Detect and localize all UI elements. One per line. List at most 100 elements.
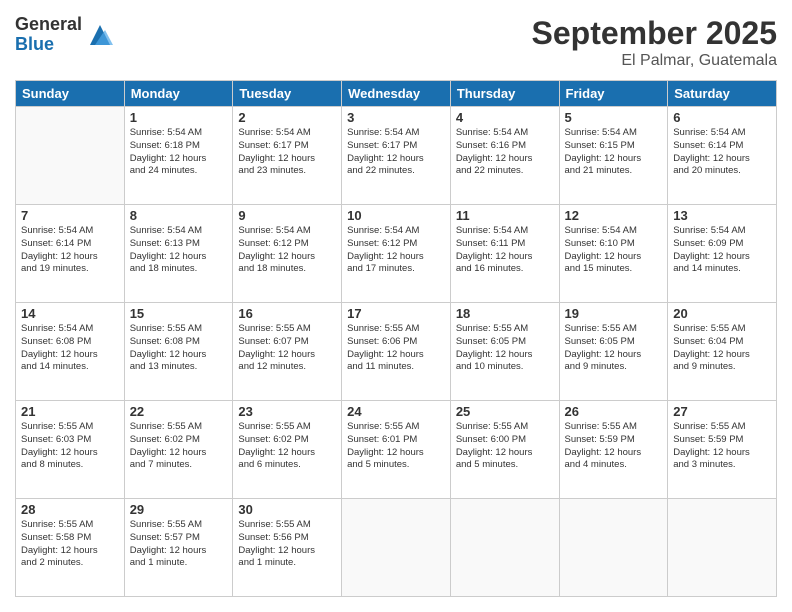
day-number: 7 [21, 208, 119, 223]
day-info: Sunrise: 5:54 AM Sunset: 6:16 PM Dayligh… [456, 127, 554, 178]
day-info: Sunrise: 5:55 AM Sunset: 6:03 PM Dayligh… [21, 421, 119, 472]
day-info: Sunrise: 5:54 AM Sunset: 6:12 PM Dayligh… [347, 225, 445, 276]
day-info: Sunrise: 5:55 AM Sunset: 6:05 PM Dayligh… [565, 323, 663, 374]
header: General Blue September 2025 El Palmar, G… [15, 15, 777, 70]
calendar-week-row: 1 Sunrise: 5:54 AM Sunset: 6:18 PM Daylig… [16, 107, 777, 205]
header-wednesday: Wednesday [342, 81, 451, 107]
day-info: Sunrise: 5:55 AM Sunset: 6:08 PM Dayligh… [130, 323, 228, 374]
table-row: 29 Sunrise: 5:55 AM Sunset: 5:57 PM Dayli… [124, 499, 233, 597]
header-monday: Monday [124, 81, 233, 107]
table-row: 27Sunrise: 5:55 AM Sunset: 5:59 PM Dayli… [668, 401, 777, 499]
weekday-header-row: Sunday Monday Tuesday Wednesday Thursday… [16, 81, 777, 107]
table-row: 8 Sunrise: 5:54 AM Sunset: 6:13 PM Daylig… [124, 205, 233, 303]
table-row: 3Sunrise: 5:54 AM Sunset: 6:17 PM Daylig… [342, 107, 451, 205]
month-title: September 2025 [532, 15, 777, 52]
day-number: 3 [347, 110, 445, 125]
day-number: 4 [456, 110, 554, 125]
day-number: 28 [21, 502, 119, 517]
day-info: Sunrise: 5:54 AM Sunset: 6:10 PM Dayligh… [565, 225, 663, 276]
day-info: Sunrise: 5:54 AM Sunset: 6:12 PM Dayligh… [238, 225, 336, 276]
header-sunday: Sunday [16, 81, 125, 107]
calendar-week-row: 21 Sunrise: 5:55 AM Sunset: 6:03 PM Dayli… [16, 401, 777, 499]
table-row: 19Sunrise: 5:55 AM Sunset: 6:05 PM Dayli… [559, 303, 668, 401]
day-info: Sunrise: 5:54 AM Sunset: 6:13 PM Dayligh… [130, 225, 228, 276]
day-number: 13 [673, 208, 771, 223]
day-number: 11 [456, 208, 554, 223]
day-info: Sunrise: 5:55 AM Sunset: 5:59 PM Dayligh… [673, 421, 771, 472]
table-row: 21 Sunrise: 5:55 AM Sunset: 6:03 PM Dayli… [16, 401, 125, 499]
logo-general: General [15, 15, 82, 35]
header-thursday: Thursday [450, 81, 559, 107]
table-row: 20 Sunrise: 5:55 AM Sunset: 6:04 PM Dayli… [668, 303, 777, 401]
day-number: 2 [238, 110, 336, 125]
day-number: 10 [347, 208, 445, 223]
day-number: 5 [565, 110, 663, 125]
table-row: 23 Sunrise: 5:55 AM Sunset: 6:02 PM Dayli… [233, 401, 342, 499]
day-number: 17 [347, 306, 445, 321]
logo-blue: Blue [15, 35, 82, 55]
table-row: 17 Sunrise: 5:55 AM Sunset: 6:06 PM Dayli… [342, 303, 451, 401]
day-number: 23 [238, 404, 336, 419]
day-number: 8 [130, 208, 228, 223]
day-info: Sunrise: 5:54 AM Sunset: 6:08 PM Dayligh… [21, 323, 119, 374]
day-info: Sunrise: 5:55 AM Sunset: 5:57 PM Dayligh… [130, 519, 228, 570]
day-number: 30 [238, 502, 336, 517]
day-info: Sunrise: 5:55 AM Sunset: 5:56 PM Dayligh… [238, 519, 336, 570]
day-number: 24 [347, 404, 445, 419]
logo: General Blue [15, 15, 115, 55]
day-number: 21 [21, 404, 119, 419]
table-row [450, 499, 559, 597]
day-number: 16 [238, 306, 336, 321]
location: El Palmar, Guatemala [532, 52, 777, 70]
day-number: 25 [456, 404, 554, 419]
table-row: 10 Sunrise: 5:54 AM Sunset: 6:12 PM Dayli… [342, 205, 451, 303]
logo-icon [85, 20, 115, 50]
day-info: Sunrise: 5:54 AM Sunset: 6:18 PM Dayligh… [130, 127, 228, 178]
day-info: Sunrise: 5:55 AM Sunset: 6:06 PM Dayligh… [347, 323, 445, 374]
day-info: Sunrise: 5:55 AM Sunset: 6:00 PM Dayligh… [456, 421, 554, 472]
header-saturday: Saturday [668, 81, 777, 107]
table-row [342, 499, 451, 597]
table-row: 7Sunrise: 5:54 AM Sunset: 6:14 PM Daylig… [16, 205, 125, 303]
table-row [16, 107, 125, 205]
table-row: 28 Sunrise: 5:55 AM Sunset: 5:58 PM Dayli… [16, 499, 125, 597]
day-info: Sunrise: 5:54 AM Sunset: 6:15 PM Dayligh… [565, 127, 663, 178]
day-info: Sunrise: 5:55 AM Sunset: 5:58 PM Dayligh… [21, 519, 119, 570]
table-row: 26Sunrise: 5:55 AM Sunset: 5:59 PM Dayli… [559, 401, 668, 499]
day-number: 9 [238, 208, 336, 223]
day-info: Sunrise: 5:54 AM Sunset: 6:09 PM Dayligh… [673, 225, 771, 276]
header-friday: Friday [559, 81, 668, 107]
day-info: Sunrise: 5:55 AM Sunset: 6:02 PM Dayligh… [238, 421, 336, 472]
day-number: 14 [21, 306, 119, 321]
day-info: Sunrise: 5:54 AM Sunset: 6:11 PM Dayligh… [456, 225, 554, 276]
table-row: 11 Sunrise: 5:54 AM Sunset: 6:11 PM Dayli… [450, 205, 559, 303]
table-row: 14 Sunrise: 5:54 AM Sunset: 6:08 PM Dayli… [16, 303, 125, 401]
day-info: Sunrise: 5:55 AM Sunset: 6:04 PM Dayligh… [673, 323, 771, 374]
title-block: September 2025 El Palmar, Guatemala [532, 15, 777, 70]
page: General Blue September 2025 El Palmar, G… [0, 0, 792, 612]
day-info: Sunrise: 5:55 AM Sunset: 6:02 PM Dayligh… [130, 421, 228, 472]
table-row: 18 Sunrise: 5:55 AM Sunset: 6:05 PM Dayli… [450, 303, 559, 401]
table-row: 2Sunrise: 5:54 AM Sunset: 6:17 PM Daylig… [233, 107, 342, 205]
table-row [559, 499, 668, 597]
day-number: 20 [673, 306, 771, 321]
table-row: 22Sunrise: 5:55 AM Sunset: 6:02 PM Dayli… [124, 401, 233, 499]
day-number: 1 [130, 110, 228, 125]
day-number: 29 [130, 502, 228, 517]
day-number: 6 [673, 110, 771, 125]
day-number: 12 [565, 208, 663, 223]
calendar-table: Sunday Monday Tuesday Wednesday Thursday… [15, 80, 777, 597]
table-row: 6Sunrise: 5:54 AM Sunset: 6:14 PM Daylig… [668, 107, 777, 205]
table-row: 9 Sunrise: 5:54 AM Sunset: 6:12 PM Daylig… [233, 205, 342, 303]
day-number: 18 [456, 306, 554, 321]
table-row: 12 Sunrise: 5:54 AM Sunset: 6:10 PM Dayli… [559, 205, 668, 303]
day-info: Sunrise: 5:55 AM Sunset: 6:05 PM Dayligh… [456, 323, 554, 374]
day-info: Sunrise: 5:55 AM Sunset: 6:01 PM Dayligh… [347, 421, 445, 472]
logo-text: General Blue [15, 15, 82, 55]
table-row: 15Sunrise: 5:55 AM Sunset: 6:08 PM Dayli… [124, 303, 233, 401]
table-row [668, 499, 777, 597]
calendar-week-row: 14 Sunrise: 5:54 AM Sunset: 6:08 PM Dayli… [16, 303, 777, 401]
calendar-week-row: 7Sunrise: 5:54 AM Sunset: 6:14 PM Daylig… [16, 205, 777, 303]
table-row: 24 Sunrise: 5:55 AM Sunset: 6:01 PM Dayli… [342, 401, 451, 499]
day-info: Sunrise: 5:55 AM Sunset: 6:07 PM Dayligh… [238, 323, 336, 374]
